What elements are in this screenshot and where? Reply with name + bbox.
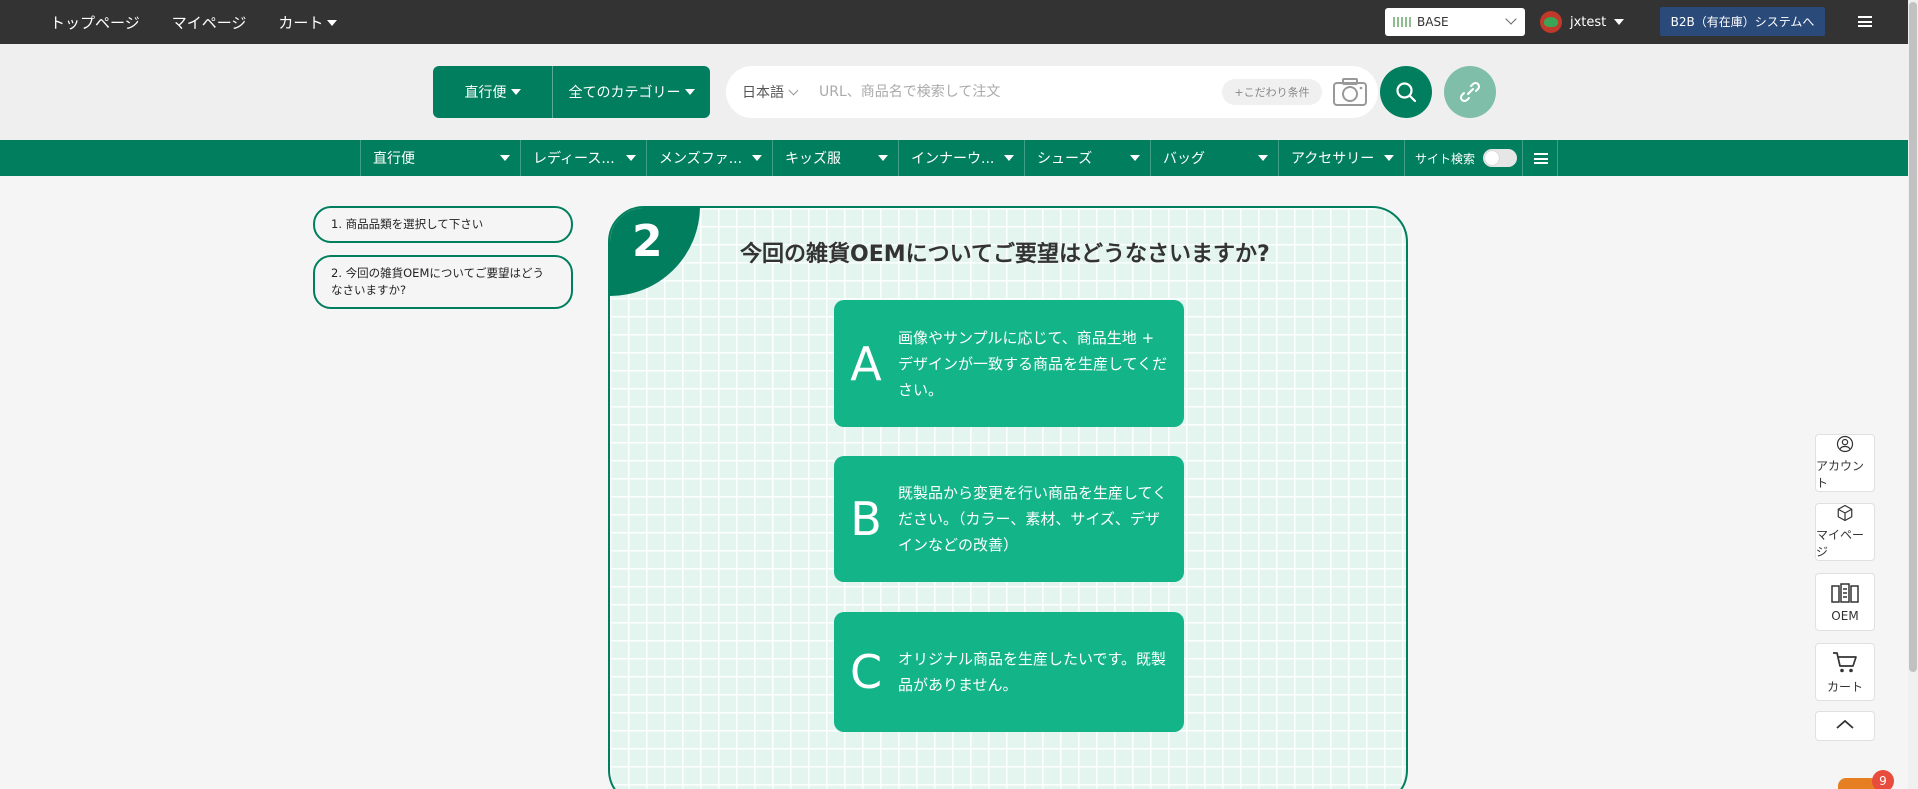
caret-down-icon [1004, 155, 1014, 161]
caret-down-icon [878, 155, 888, 161]
caret-down-icon [1614, 19, 1625, 25]
menu-icon [1534, 153, 1548, 164]
side-account-button[interactable]: アカウント [1815, 434, 1875, 492]
top-nav: トップページ マイページ カート [50, 0, 338, 44]
chevron-up-icon [1836, 719, 1854, 729]
link-icon [1459, 81, 1481, 103]
site-search-label: サイト検索 [1415, 151, 1476, 166]
category-label: アクセサリー [1291, 151, 1375, 167]
option-letter: C [849, 645, 883, 699]
store-select-value: BASE [1417, 15, 1449, 29]
category-label: レディース... [533, 151, 615, 167]
step-2[interactable]: 2. 今回の雑貨OEMについてご要望はどうなさいますか? [313, 255, 573, 309]
search-box: 日本語 +こだわり条件 [726, 66, 1378, 118]
option-b[interactable]: B 既製品から変更を行い商品を生産してください。（カラー、素材、サイズ、デザイン… [834, 456, 1184, 582]
nav-cart-label: カート [278, 13, 324, 32]
category-label: キッズ服 [785, 151, 841, 167]
category-menu-button[interactable] [1522, 140, 1558, 176]
language-value: 日本語 [742, 85, 784, 101]
question-panel: 2 今回の雑貨OEMについてご要望はどうなさいますか? A 画像やサンプルに応じ… [608, 206, 1408, 789]
caret-down-icon [327, 20, 338, 26]
nav-top-page[interactable]: トップページ [50, 12, 140, 33]
cart-icon [1833, 651, 1857, 672]
site-search-toggle[interactable]: サイト検索 [1404, 140, 1522, 176]
search-input[interactable] [819, 84, 1199, 100]
avatar [1540, 11, 1562, 33]
nav-cart[interactable]: カート [278, 12, 338, 33]
user-menu[interactable]: jxtest [1540, 11, 1625, 33]
caret-down-icon [684, 89, 695, 95]
store-select[interactable]: BASE [1385, 8, 1525, 36]
search-button[interactable] [1380, 66, 1432, 118]
option-c[interactable]: C オリジナル商品を生産したいです。既製品がありません。 [834, 612, 1184, 732]
step-1[interactable]: 1. 商品品類を選択して下さい [313, 206, 573, 243]
side-tool-label: マイページ [1816, 528, 1865, 559]
side-oem-button[interactable]: OEM [1815, 573, 1875, 631]
category-label: インナーウ... [911, 151, 995, 167]
caret-down-icon [1258, 155, 1268, 161]
category-item[interactable]: キッズ服 [772, 140, 898, 176]
store-logo-icon [1393, 17, 1411, 27]
user-icon [1836, 435, 1854, 453]
route-category-selector: 直行便 全てのカテゴリー [433, 66, 710, 118]
option-letter: B [850, 492, 882, 546]
side-tool-label: カート [1826, 679, 1863, 694]
caret-down-icon [752, 155, 762, 161]
option-letter: A [850, 336, 882, 391]
category-item[interactable]: レディース... [520, 140, 646, 176]
b2b-system-button[interactable]: B2B（有在庫）システムへ [1660, 7, 1825, 36]
box-icon [1837, 504, 1853, 522]
category-dropdown[interactable]: 全てのカテゴリー [553, 66, 710, 118]
caret-down-icon [1130, 155, 1140, 161]
route-label: 直行便 [464, 85, 507, 101]
scroll-top-button[interactable] [1815, 711, 1875, 741]
search-icon [1396, 82, 1417, 103]
camera-icon[interactable] [1332, 76, 1368, 108]
category-label: 全てのカテゴリー [568, 85, 681, 101]
category-nav: 直行便 レディース... メンズファ... キッズ服 インナーウ... シューズ… [0, 140, 1918, 176]
side-tool-label: OEM [1831, 609, 1859, 623]
scrollbar-thumb[interactable] [1909, 2, 1917, 672]
category-item[interactable]: インナーウ... [898, 140, 1024, 176]
category-item[interactable]: 直行便 [360, 140, 520, 176]
question-title: 今回の雑貨OEMについてご要望はどうなさいますか? [740, 242, 1270, 267]
category-item[interactable]: アクセサリー [1278, 140, 1404, 176]
caret-down-icon [500, 155, 510, 161]
category-label: シューズ [1037, 151, 1093, 167]
category-label: バッグ [1163, 151, 1205, 167]
route-dropdown[interactable]: 直行便 [433, 66, 553, 118]
language-select[interactable]: 日本語 [742, 82, 799, 102]
category-item[interactable]: シューズ [1024, 140, 1150, 176]
advanced-filter-button[interactable]: +こだわり条件 [1222, 79, 1322, 105]
menu-icon[interactable] [1858, 16, 1872, 27]
chevron-down-icon [1505, 13, 1517, 25]
caret-down-icon [1384, 155, 1394, 161]
option-text: 画像やサンプルに応じて、商品生地 + デザインが一致する商品を生産してください。 [898, 328, 1168, 399]
oem-icon [1831, 583, 1859, 603]
side-mypage-button[interactable]: マイページ [1815, 503, 1875, 561]
link-search-button[interactable] [1444, 66, 1496, 118]
step-number-badge: 2 [610, 208, 700, 296]
category-label: メンズファ... [659, 151, 743, 167]
toggle-switch[interactable] [1483, 149, 1518, 167]
notification-badge: 9 [1872, 770, 1894, 789]
option-text: オリジナル商品を生産したいです。既製品がありません。 [898, 650, 1167, 694]
caret-down-icon [626, 155, 636, 161]
caret-down-icon [510, 89, 521, 95]
username: jxtest [1570, 14, 1607, 30]
option-text: 既製品から変更を行い商品を生産してください。（カラー、素材、サイズ、デザインなど… [898, 484, 1168, 554]
side-cart-button[interactable]: カート [1815, 643, 1875, 701]
nav-my-page[interactable]: マイページ [172, 12, 247, 33]
top-bar: トップページ マイページ カート BASE jxtest B2B（有在庫）システ… [0, 0, 1918, 44]
option-a[interactable]: A 画像やサンプルに応じて、商品生地 + デザインが一致する商品を生産してくださ… [834, 300, 1184, 427]
category-label: 直行便 [373, 151, 415, 167]
category-item[interactable]: バッグ [1150, 140, 1278, 176]
side-tool-label: アカウント [1816, 459, 1865, 490]
chevron-down-icon [788, 85, 799, 95]
category-item[interactable]: メンズファ... [646, 140, 772, 176]
